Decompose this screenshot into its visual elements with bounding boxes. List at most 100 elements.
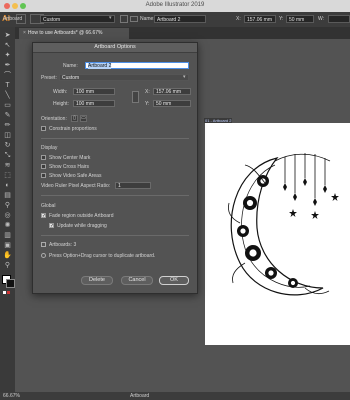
free-transform-icon[interactable]: ⬚ [3, 171, 12, 180]
w-field[interactable] [328, 15, 350, 23]
fade-region-checkbox[interactable]: ✓ [41, 213, 46, 219]
center-mark-checkbox[interactable] [41, 155, 46, 160]
zoom-level[interactable]: 66.67% [3, 393, 20, 399]
artboard-name-field[interactable]: Artboard 2 [154, 15, 206, 23]
curvature-icon[interactable]: ⌒ [3, 71, 12, 80]
orientation-label: Orientation: [41, 116, 67, 122]
artboards-icon [41, 242, 46, 247]
cancel-button[interactable]: Cancel [121, 276, 153, 285]
center-mark-label: Show Center Mark [49, 155, 91, 161]
selection-tool-icon[interactable]: ➤ [3, 31, 12, 40]
artboard-2[interactable] [205, 123, 350, 345]
color-mode-icon[interactable] [3, 291, 6, 294]
title-bar: Adobe Illustrator 2019 [0, 0, 350, 12]
eraser-icon[interactable]: ◫ [3, 131, 12, 140]
tools-panel: ➤ ↖ ✦ ✒ ⌒ T ╲ ▭ ✎ ✏ ◫ ↻ ⤡ ≋ ⬚ ◐ ▤ ⚲ ◎ ✺ … [0, 27, 16, 400]
chevron-down-icon: ▾ [109, 15, 112, 21]
safe-areas-checkbox[interactable] [41, 173, 46, 178]
rotate-tool-icon[interactable]: ↻ [3, 141, 12, 150]
ok-button[interactable]: OK [159, 276, 189, 285]
preset-label: Preset: [41, 75, 57, 81]
preset-dropdown[interactable]: Custom [59, 74, 189, 81]
artboard-options-dialog: Artboard Options Name: Artboard 2 Preset… [32, 42, 198, 294]
name-label: Name: [63, 63, 78, 69]
global-heading: Global [41, 203, 56, 209]
cross-hairs-label: Show Cross Hairs [49, 164, 90, 170]
stroke-swatch[interactable] [6, 279, 15, 288]
close-window-button[interactable] [4, 3, 10, 9]
scale-tool-icon[interactable]: ⤡ [3, 151, 12, 160]
update-dragging-label: Update while dragging [57, 223, 107, 229]
document-tab[interactable]: ×How to use Artboards* @ 66.67% (CMYK/GP… [19, 28, 129, 47]
y-label: Y: [145, 101, 150, 107]
artboards-count: Artboards: 3 [49, 242, 77, 248]
landscape-orientation-icon[interactable]: ▭ [80, 115, 87, 122]
portrait-icon[interactable] [120, 15, 128, 23]
app-title: Adobe Illustrator 2019 [145, 2, 205, 8]
y-label: Y: [279, 16, 284, 22]
x-input[interactable]: 157.06 mm [153, 88, 191, 95]
cross-hairs-checkbox[interactable] [41, 164, 46, 169]
artboard-label: 01 - Artboard 2 [204, 118, 233, 123]
magic-wand-icon[interactable]: ✦ [3, 51, 12, 60]
x-label: X: [145, 89, 150, 95]
y-field[interactable]: 50 mm [286, 15, 314, 23]
name-input-value: Artboard 2 [88, 63, 112, 69]
selection-label: Artboard [3, 16, 23, 22]
control-bar-row: Artboard Custom ▾ Name: Artboard 2 X: 15… [0, 12, 350, 27]
aspect-ratio-label: Video Ruler Pixel Aspect Ratio: [41, 183, 111, 189]
preset-dropdown[interactable]: Custom [40, 15, 115, 23]
y-input[interactable]: 50 mm [153, 100, 191, 107]
name-input[interactable]: Artboard 2 [85, 62, 189, 69]
paintbrush-icon[interactable]: ✎ [3, 111, 12, 120]
landscape-icon[interactable] [130, 16, 138, 22]
hand-tool-icon[interactable]: ✋ [3, 251, 12, 260]
width-label: Width: [53, 89, 68, 95]
gradient-mode-icon[interactable] [7, 291, 10, 294]
symbol-sprayer-icon[interactable]: ✺ [3, 221, 12, 230]
floral-moon-artwork [228, 153, 339, 296]
gradient-tool-icon[interactable]: ▤ [3, 191, 12, 200]
info-icon [41, 253, 46, 258]
pen-tool-icon[interactable]: ✒ [3, 61, 12, 70]
display-heading: Display [41, 145, 58, 151]
fade-region-label: Fade region outside Artboard [49, 213, 114, 219]
artboard-tool-icon[interactable]: ▣ [3, 241, 12, 250]
x-field[interactable]: 157.06 mm [244, 15, 276, 23]
zoom-tool-icon[interactable]: ⚲ [3, 261, 12, 270]
x-label: X: [236, 16, 241, 22]
shape-builder-icon[interactable]: ◐ [3, 181, 12, 190]
chevron-down-icon: ▾ [183, 74, 186, 80]
aspect-ratio-input[interactable]: 1 [115, 182, 151, 189]
portrait-orientation-icon[interactable]: ▯ [71, 115, 78, 122]
width-input[interactable]: 100 mm [73, 88, 115, 95]
divider [41, 195, 189, 196]
zoom-window-button[interactable] [20, 3, 26, 9]
close-tab-icon[interactable]: × [23, 30, 26, 36]
divider [41, 235, 189, 236]
line-tool-icon[interactable]: ╲ [3, 91, 12, 100]
rectangle-tool-icon[interactable]: ▭ [3, 101, 12, 110]
duplicate-hint: Press Option+Drag cursor to duplicate ar… [49, 253, 156, 259]
dialog-title: Artboard Options [33, 43, 197, 53]
eyedropper-icon[interactable]: ⚲ [3, 201, 12, 210]
constrain-label: Constrain proportions [49, 126, 97, 132]
height-input[interactable]: 100 mm [73, 100, 115, 107]
graph-tool-icon[interactable]: ▥ [3, 231, 12, 240]
minimize-window-button[interactable] [12, 3, 18, 9]
document-tab-bar: ×How to use Artboards* @ 66.67% (CMYK/GP… [15, 27, 350, 47]
name-label: Name: [140, 16, 155, 22]
blend-tool-icon[interactable]: ◎ [3, 211, 12, 220]
delete-button[interactable]: Delete [81, 276, 113, 285]
current-tool-status[interactable]: Artboard [130, 393, 149, 399]
pencil-icon[interactable]: ✏ [3, 121, 12, 130]
direct-selection-icon[interactable]: ↖ [3, 41, 12, 50]
constrain-checkbox[interactable] [41, 126, 46, 131]
type-tool-icon[interactable]: T [3, 81, 12, 90]
reference-point-icon[interactable] [132, 91, 139, 103]
w-label: W: [318, 16, 325, 22]
status-bar: 66.67% Artboard [0, 392, 350, 400]
safe-areas-label: Show Video Safe Areas [49, 173, 102, 179]
width-tool-icon[interactable]: ≋ [3, 161, 12, 170]
update-dragging-checkbox[interactable]: ✓ [49, 223, 54, 229]
